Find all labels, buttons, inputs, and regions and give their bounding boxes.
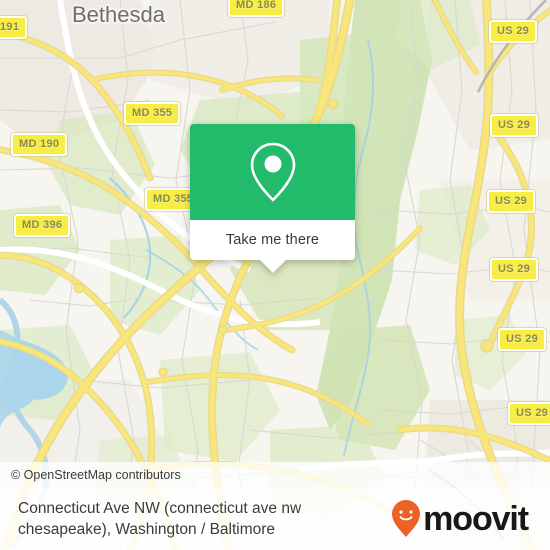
highway-shield-md-186[interactable]: MD 186 — [228, 0, 285, 17]
highway-shield-us-29[interactable]: US 29 — [498, 328, 547, 351]
highway-shield-md-355[interactable]: MD 355 — [124, 102, 181, 125]
highway-shield-us-29[interactable]: US 29 — [489, 20, 538, 43]
highway-shield-us-29[interactable]: US 29 — [487, 190, 536, 213]
attribution-text[interactable]: © OpenStreetMap contributors — [11, 468, 181, 482]
highway-shield-md-191[interactable]: 191 — [0, 16, 28, 39]
take-me-there-button[interactable]: Take me there — [190, 220, 355, 260]
map-screen: Bethesda 191 MD 186 US 29 MD 355 US 29 M… — [0, 0, 550, 550]
moovit-logo[interactable]: moovit — [391, 499, 529, 539]
location-popup[interactable]: Take me there — [190, 124, 355, 273]
highway-shield-md-190[interactable]: MD 190 — [11, 133, 68, 156]
highway-shield-us-29[interactable]: US 29 — [490, 114, 539, 137]
location-title: Connecticut Ave NW (connecticut ave nw c… — [18, 500, 302, 538]
moovit-pin-icon — [392, 500, 421, 537]
map-place-label-bethesda: Bethesda — [72, 2, 165, 27]
highway-shield-md-396[interactable]: MD 396 — [14, 214, 71, 237]
take-me-there-label: Take me there — [225, 232, 320, 248]
footer-bar: Connecticut Ave NW (connecticut ave nw c… — [0, 488, 550, 550]
highway-shield-us-29[interactable]: US 29 — [490, 258, 539, 281]
popup-pointer-tail — [259, 260, 286, 273]
popup-header — [190, 124, 355, 220]
highway-shield-us-29[interactable]: US 29 — [508, 402, 550, 425]
moovit-wordmark: moovit — [423, 500, 529, 538]
map-attribution-bar: © OpenStreetMap contributors — [0, 462, 550, 488]
map-pin-icon — [250, 142, 295, 202]
